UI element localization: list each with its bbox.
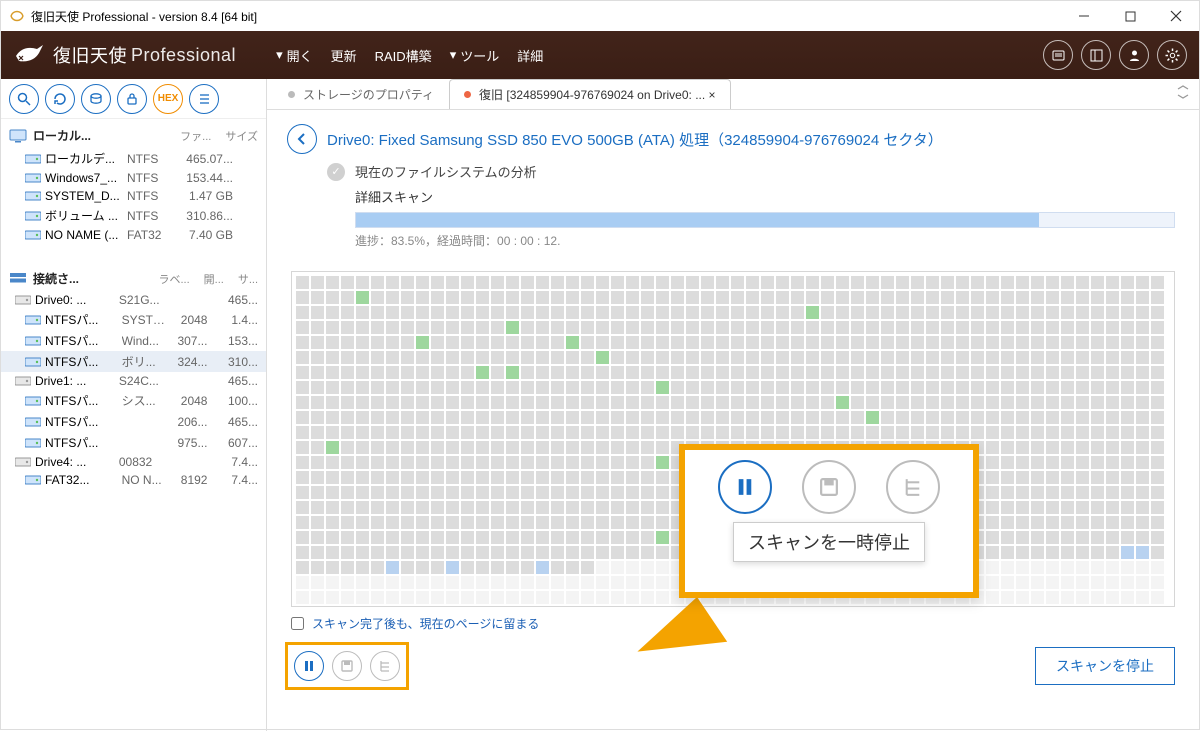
sidebar-toolbar: HEX [1,79,266,119]
partition-row[interactable]: NTFSパ...Wind...307...153... [1,330,266,351]
stop-scan-button[interactable]: スキャンを停止 [1035,647,1175,685]
close-button[interactable] [1153,1,1199,31]
menu-refresh[interactable]: 更新 [331,46,357,65]
volume-row[interactable]: ローカルデ...NTFS465.07... [1,148,266,169]
tool-refresh-icon[interactable] [45,84,75,114]
tab-recovery[interactable]: 復旧 [324859904-976769024 on Drive0: ... × [449,79,731,109]
tab-dot-icon [288,91,295,98]
app-icon [9,8,25,24]
monitor-icon [9,129,27,143]
toolbar-settings-icon[interactable] [1157,40,1187,70]
save-button[interactable] [332,651,362,681]
tool-lock-icon[interactable] [117,84,147,114]
stay-on-page-checkbox[interactable] [291,617,304,630]
partition-row[interactable]: NTFSパ...SYSTE...20481.4... [1,309,266,330]
toolbar-user-icon[interactable] [1119,40,1149,70]
drive-row[interactable]: Drive1: ...S24C...465... [1,372,266,390]
stay-label: スキャン完了後も、現在のページに留まる [312,615,539,632]
menu-detail[interactable]: 詳細 [517,46,543,65]
window-title: 復旧天使 Professional - version 8.4 [64 bit] [31,8,257,25]
tab-dot-icon [464,91,471,98]
group-connected-header[interactable]: 接続さ... ラベ...開...サ... [1,266,266,291]
tool-search-icon[interactable] [9,84,39,114]
scan-controls [285,642,409,690]
partition-row[interactable]: NTFSパ...シス...2048100... [1,390,266,411]
maximize-button[interactable] [1107,1,1153,31]
sidebar: HEX ローカル... ファ...サイズ ローカルデ...NTFS465.07.… [1,79,267,731]
volume-row[interactable]: NO NAME (...FAT327.40 GB [1,226,266,244]
brand-text-1: 復旧天使 [53,42,127,68]
minimize-button[interactable] [1061,1,1107,31]
step-check-icon: ✓ [327,163,345,181]
volume-row[interactable]: ボリューム ...NTFS310.86... [1,205,266,226]
step1-label: 現在のファイルシステムの分析 [355,162,537,181]
progress-bar [355,212,1175,228]
partition-row[interactable]: NTFSパ...975...607... [1,432,266,453]
drive-row[interactable]: Drive4: ...008327.4... [1,453,266,471]
tab-bar: ストレージのプロパティ 復旧 [324859904-976769024 on D… [267,79,1199,110]
partition-row[interactable]: FAT32...NO N...81927.4... [1,471,266,489]
menu-open[interactable]: ▾ 開く [276,46,313,65]
volume-row[interactable]: Windows7_...NTFS153.44... [1,169,266,187]
detail-title: Drive0: Fixed Samsung SSD 850 EVO 500GB … [327,129,943,150]
brand-logo: 復旧天使 Professional [13,41,236,69]
tool-hex-button[interactable]: HEX [153,84,183,114]
menu-raid[interactable]: RAID構築 [375,46,432,65]
tab-storage-properties[interactable]: ストレージのプロパティ [273,79,449,109]
brand-text-2: Professional [131,45,236,66]
tab-menu-icon[interactable] [1177,85,1189,99]
tool-list-icon[interactable] [189,84,219,114]
tool-disk-icon[interactable] [81,84,111,114]
main-toolbar: 復旧天使 Professional ▾ 開く 更新 RAID構築 ▾ ツール 詳… [1,31,1199,79]
toolbar-report-icon[interactable] [1043,40,1073,70]
tree-button[interactable] [370,651,400,681]
menu-tools[interactable]: ▾ ツール [450,46,500,65]
progress-text: 進捗：83.5%，経過時間：00 : 00 : 12. [355,232,1175,249]
drive-row[interactable]: Drive0: ...S21G...465... [1,291,266,309]
volume-row[interactable]: SYSTEM_D...NTFS1.47 GB [1,187,266,205]
storage-icon [9,272,27,286]
sector-map [291,271,1175,607]
group-local-header[interactable]: ローカル... ファ...サイズ [1,123,266,148]
main-menu: ▾ 開く 更新 RAID構築 ▾ ツール 詳細 [276,46,543,65]
step2-label: 詳細スキャン [355,187,1175,206]
partition-row[interactable]: NTFSパ...206...465... [1,411,266,432]
window-titlebar: 復旧天使 Professional - version 8.4 [64 bit] [1,1,1199,31]
pause-button[interactable] [294,651,324,681]
toolbar-panel-icon[interactable] [1081,40,1111,70]
back-button[interactable] [287,124,317,154]
partition-row[interactable]: NTFSパ...ボリ...324...310... [1,351,266,372]
main-panel: ストレージのプロパティ 復旧 [324859904-976769024 on D… [267,79,1199,731]
